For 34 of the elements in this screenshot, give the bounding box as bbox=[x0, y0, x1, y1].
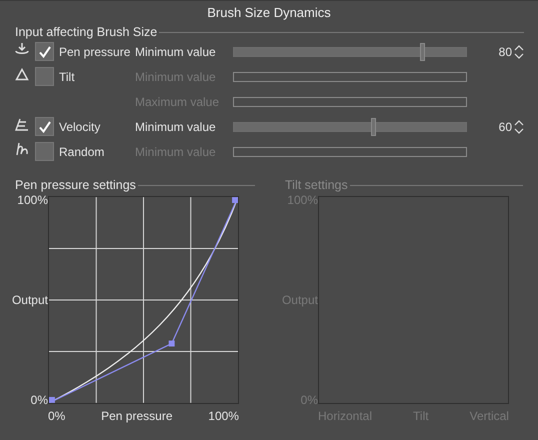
section-title: Pen pressure settings bbox=[15, 178, 136, 192]
random-icon bbox=[15, 142, 29, 156]
input-label: Pen pressure bbox=[59, 44, 130, 58]
value-reading: 80 bbox=[498, 44, 512, 58]
triangle-icon bbox=[15, 68, 29, 80]
velocity-icon bbox=[15, 118, 29, 130]
checkbox[interactable] bbox=[35, 67, 54, 86]
checkbox[interactable] bbox=[35, 42, 54, 61]
slider-track[interactable] bbox=[233, 72, 467, 82]
value-reading: 60 bbox=[498, 120, 512, 134]
axis-label: 0% bbox=[48, 410, 66, 422]
axis-label: 0% bbox=[30, 394, 48, 406]
slider-thumb[interactable] bbox=[371, 118, 376, 136]
spinner-icon[interactable] bbox=[514, 44, 524, 60]
window-title: Brush Size Dynamics bbox=[207, 5, 331, 22]
slider-track[interactable] bbox=[233, 96, 467, 106]
slider-track[interactable] bbox=[233, 146, 467, 156]
axis-label: Output bbox=[12, 294, 48, 306]
slider-label: Minimum value bbox=[135, 44, 217, 58]
input-label: Velocity bbox=[59, 120, 100, 134]
input-label: Random bbox=[59, 144, 104, 158]
curve-editor[interactable] bbox=[48, 196, 239, 404]
section-title: Input affecting Brush Size bbox=[15, 25, 158, 39]
section-title: Tilt settings bbox=[285, 178, 348, 192]
input-label: Tilt bbox=[59, 70, 75, 84]
axis-label: Pen pressure bbox=[101, 410, 172, 422]
checkbox[interactable] bbox=[35, 117, 54, 136]
checkbox[interactable] bbox=[35, 142, 54, 161]
pen-pressure-icon bbox=[15, 42, 29, 56]
slider-label: Minimum value bbox=[135, 120, 217, 134]
spinner-icon[interactable] bbox=[514, 118, 524, 134]
slider-thumb[interactable] bbox=[420, 42, 425, 60]
axis-label: 100% bbox=[17, 194, 48, 206]
axis-label: 100% bbox=[208, 410, 239, 422]
